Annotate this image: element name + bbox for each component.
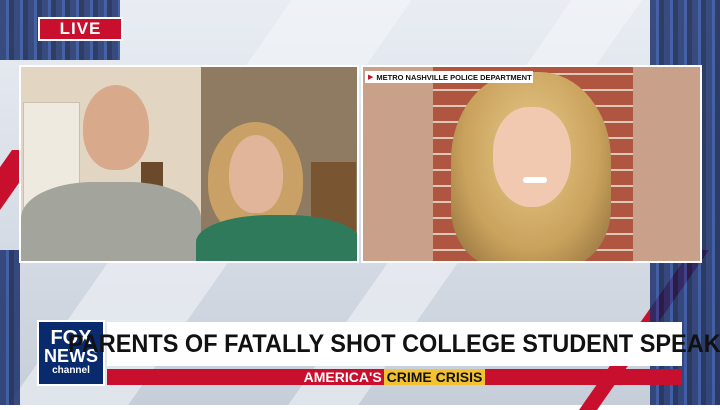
logo-channel: channel: [52, 365, 90, 376]
headline-text: PARENTS OF FATALLY SHOT COLLEGE STUDENT …: [68, 329, 720, 358]
parents-video-feed: [19, 65, 359, 263]
photo-credit-text: METRO NASHVILLE POLICE DEPARTMENT: [376, 72, 532, 82]
student-photo: [361, 65, 702, 263]
mother-figure: [229, 135, 283, 213]
segment-bar: AMERICA'S CRIME CRISIS: [107, 369, 682, 385]
live-label: LIVE: [59, 19, 102, 38]
photo-credit: ▶ METRO NASHVILLE POLICE DEPARTMENT: [365, 71, 533, 83]
student-face: [493, 107, 571, 207]
play-arrow-icon: ▶: [368, 74, 374, 81]
father-figure: [83, 85, 149, 170]
segment-highlight: CRIME CRISIS: [383, 369, 486, 385]
headline-bar: PARENTS OF FATALLY SHOT COLLEGE STUDENT …: [68, 322, 720, 366]
live-badge: LIVE: [38, 17, 123, 41]
segment-prefix: AMERICA'S: [303, 369, 382, 385]
lower-third: FOX NEWS channel PARENTS OF FATALLY SHOT…: [37, 320, 720, 386]
